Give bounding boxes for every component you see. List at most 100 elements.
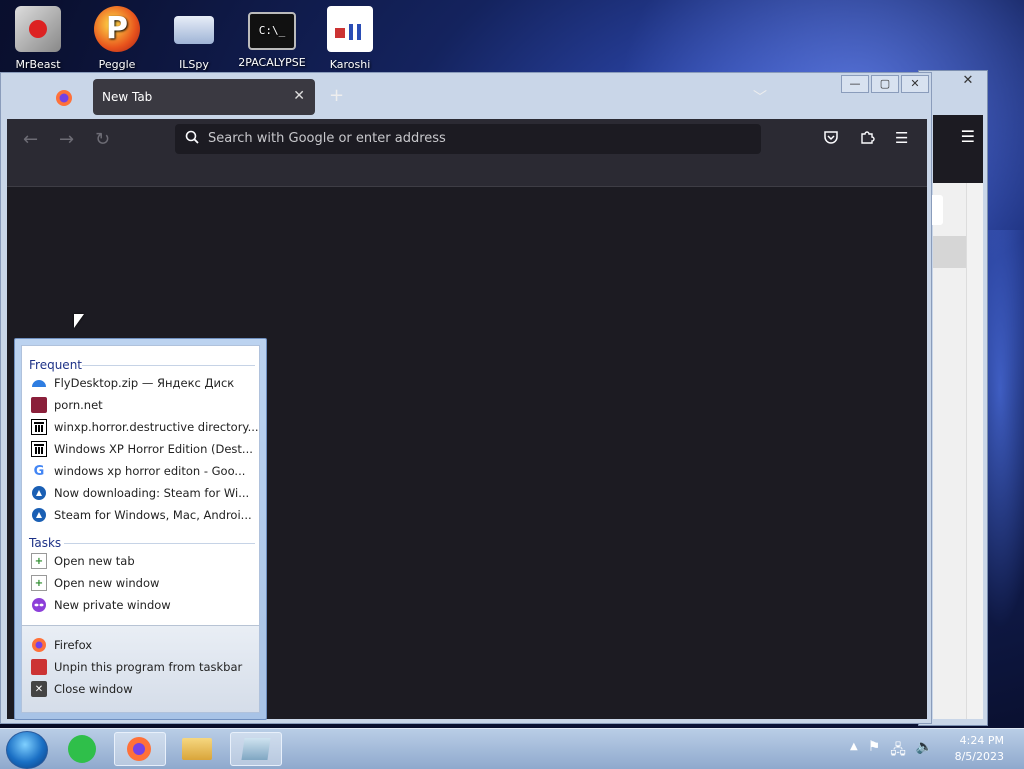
jump-list-item[interactable]: winxp.horror.destructive directory... — [31, 418, 259, 436]
jump-list-item[interactable]: Steam for Windows, Mac, Androi... — [31, 506, 252, 524]
divider — [82, 365, 255, 366]
tab-strip: New Tab ✕ + ﹀ — ▢ ✕ — [1, 73, 931, 119]
action-center-flag-icon[interactable]: ⚑ — [868, 739, 881, 763]
reload-icon[interactable]: ↻ — [95, 129, 110, 150]
desktop-icon-ilspy[interactable]: ILSpy — [156, 6, 232, 71]
jump-list-unpin[interactable]: Unpin this program from taskbar — [31, 658, 242, 676]
archive-icon — [31, 441, 47, 457]
jump-list-item-label: porn.net — [54, 398, 103, 412]
navigation-toolbar: ← → ↻ Search with Google or enter addres… — [7, 119, 927, 187]
taskbar-notes-app[interactable] — [58, 732, 110, 766]
jump-list-item-label: Windows XP Horror Edition (Dest... — [54, 442, 253, 456]
jump-list-footer: Firefox Unpin this program from taskbar … — [22, 625, 259, 712]
jump-list-item-label: Steam for Windows, Mac, Androi... — [54, 508, 252, 522]
window-controls: — ▢ ✕ — [841, 75, 929, 93]
jump-list-item[interactable]: FlyDesktop.zip — Яндекс Диск — [31, 374, 234, 392]
jump-list-item-label: winxp.horror.destructive directory... — [54, 420, 259, 434]
google-icon: G — [33, 463, 45, 479]
desktop-icon-2pacalypse[interactable]: C:\_ 2PACALYPSE — [234, 6, 310, 69]
jump-list-task-label: Open new tab — [54, 554, 135, 568]
start-button[interactable] — [6, 731, 48, 769]
system-tray: ▲ ⚑ 🖧 🔈 — [850, 739, 933, 763]
hamburger-menu-icon[interactable]: ☰ — [895, 129, 908, 147]
forward-arrow-icon[interactable]: → — [59, 129, 74, 150]
desktop-icon-label: MrBeast — [15, 58, 61, 71]
jump-list-frequent-header: Frequent — [29, 358, 82, 372]
close-window-icon: ✕ — [31, 681, 47, 697]
hamburger-menu-icon[interactable]: ☰ — [961, 127, 975, 146]
firefox-icon[interactable] — [53, 87, 75, 109]
back-arrow-icon[interactable]: ← — [23, 129, 38, 150]
list-all-tabs-chevron-icon[interactable]: ﹀ — [753, 87, 767, 107]
console-icon: C:\_ — [248, 12, 296, 50]
jump-list-close-window[interactable]: ✕ Close window — [31, 680, 133, 698]
background-scrollbar[interactable] — [966, 183, 983, 719]
maximize-icon[interactable]: ▢ — [871, 75, 899, 93]
extensions-puzzle-icon[interactable] — [859, 129, 875, 149]
desktop-icon-karoshi[interactable]: Karoshi — [312, 6, 388, 71]
jump-list-item[interactable]: G windows xp horror editon - Goo... — [31, 462, 246, 480]
private-window-icon — [31, 597, 47, 613]
address-bar-placeholder: Search with Google or enter address — [208, 131, 446, 146]
pocket-icon[interactable] — [823, 129, 839, 149]
taskbar-file-explorer[interactable] — [172, 732, 224, 766]
clock-date: 8/5/2023 — [954, 750, 1004, 763]
network-icon[interactable]: 🖧 — [890, 739, 906, 763]
volume-icon[interactable]: 🔈 — [916, 739, 933, 763]
yandex-disk-icon — [31, 375, 47, 391]
peggle-icon: P — [94, 6, 140, 52]
steam-icon — [31, 507, 47, 523]
system-clock[interactable]: 4:24 PM 8/5/2023 — [955, 733, 1004, 765]
jump-list-firefox[interactable]: Firefox — [31, 636, 92, 654]
folder-icon — [182, 738, 212, 760]
karoshi-icon — [327, 6, 373, 52]
mouse-cursor-icon — [74, 314, 84, 328]
ilspy-icon — [174, 16, 214, 44]
show-hidden-icons-icon[interactable]: ▲ — [850, 739, 858, 763]
jump-list-item-label: FlyDesktop.zip — Яндекс Диск — [54, 376, 235, 390]
close-tab-icon[interactable]: ✕ — [293, 88, 305, 104]
new-window-icon: + — [31, 575, 47, 591]
jump-list-item-label: windows xp horror editon - Goo... — [54, 464, 246, 478]
close-icon[interactable]: ✕ — [955, 73, 981, 89]
mrbeast-app-icon — [15, 6, 61, 52]
firefox-icon — [31, 637, 47, 653]
new-tab-icon: + — [31, 553, 47, 569]
taskbar-jump-list: Frequent FlyDesktop.zip — Яндекс Диск po… — [14, 338, 267, 720]
divider — [64, 543, 255, 544]
unpin-icon — [31, 659, 47, 675]
tab-new-tab[interactable]: New Tab ✕ — [93, 79, 315, 115]
taskbar: ▲ ⚑ 🖧 🔈 4:24 PM 8/5/2023 — [0, 728, 1024, 769]
jump-list-item[interactable]: Windows XP Horror Edition (Dest... — [31, 440, 253, 458]
desktop-icon-label: Karoshi — [329, 58, 371, 71]
steam-icon — [31, 485, 47, 501]
jump-list-task-label: Open new window — [54, 576, 160, 590]
tab-title: New Tab — [102, 90, 153, 104]
jump-list-task[interactable]: + Open new window — [31, 574, 159, 592]
jump-list-tasks-header: Tasks — [29, 536, 62, 550]
address-bar[interactable]: Search with Google or enter address — [175, 124, 761, 154]
jump-list-panel: Frequent FlyDesktop.zip — Яндекс Диск po… — [21, 345, 260, 713]
close-icon[interactable]: ✕ — [901, 75, 929, 93]
site-favicon-icon — [31, 397, 47, 413]
search-icon — [185, 130, 199, 148]
taskbar-firefox[interactable] — [114, 732, 166, 766]
new-tab-plus-icon[interactable]: + — [329, 85, 344, 106]
jump-list-item-label: Now downloading: Steam for Wi... — [54, 486, 250, 500]
background-page-band — [933, 236, 967, 268]
jump-list-footer-label: Unpin this program from taskbar — [54, 660, 243, 674]
archive-icon — [31, 419, 47, 435]
clock-time: 4:24 PM — [959, 734, 1004, 747]
desktop-icon-label: ILSpy — [179, 58, 209, 71]
jump-list-task[interactable]: New private window — [31, 596, 171, 614]
desktop-icon-label: 2PACALYPSE — [238, 56, 306, 69]
taskbar-app-window[interactable] — [230, 732, 282, 766]
app-window-icon — [241, 738, 271, 760]
desktop-icon-mrbeast[interactable]: MrBeast — [0, 6, 76, 71]
jump-list-item[interactable]: porn.net — [31, 396, 103, 414]
firefox-icon — [127, 737, 151, 761]
jump-list-task-label: New private window — [54, 598, 171, 612]
jump-list-task[interactable]: + Open new tab — [31, 552, 135, 570]
minimize-icon[interactable]: — — [841, 75, 869, 93]
jump-list-item[interactable]: Now downloading: Steam for Wi... — [31, 484, 249, 502]
